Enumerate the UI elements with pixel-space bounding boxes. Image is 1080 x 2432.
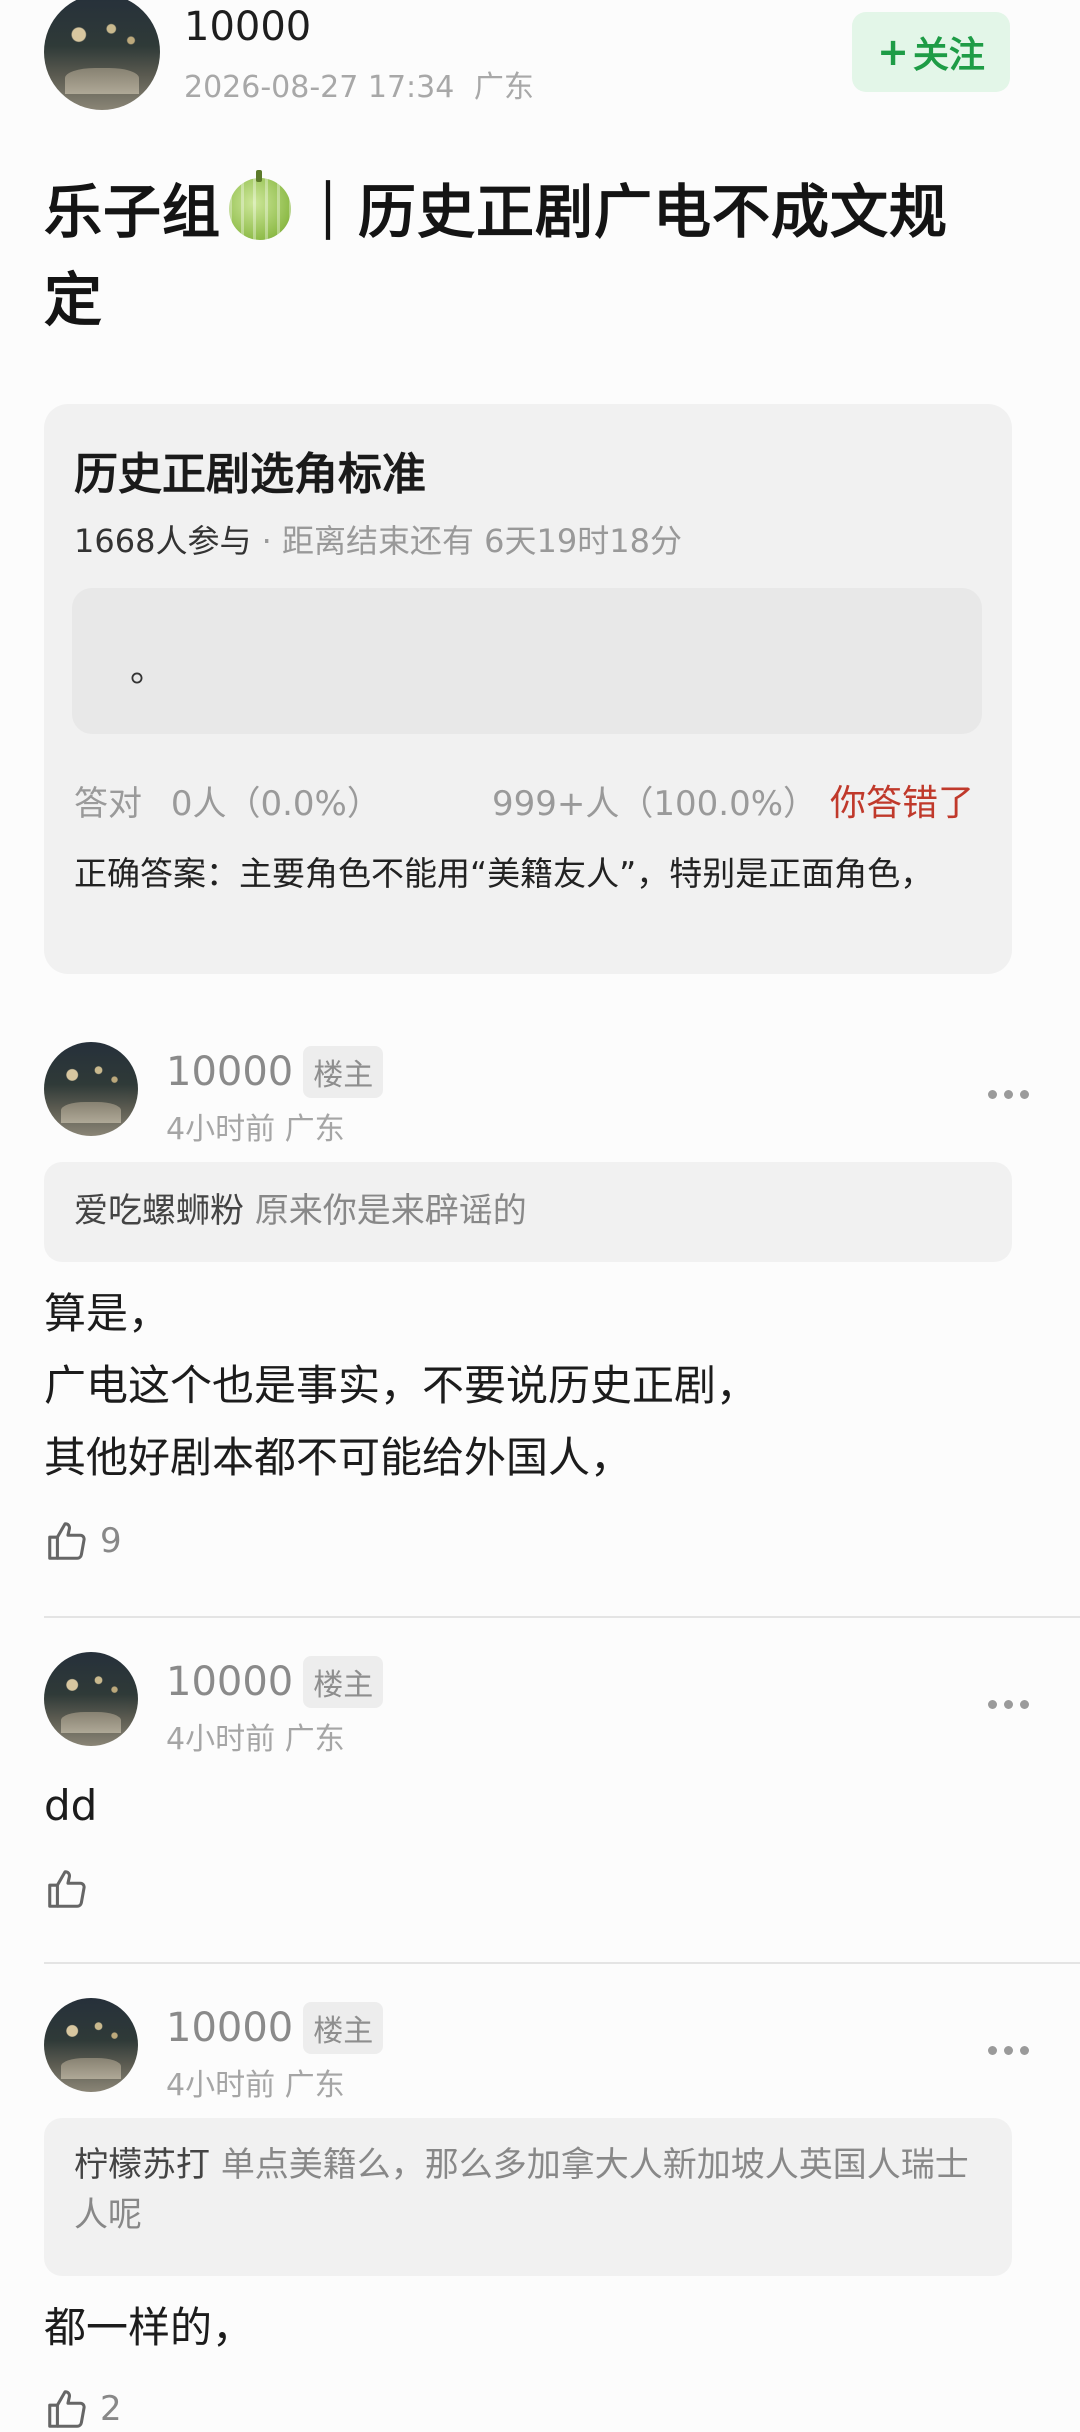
like-count: 2 <box>100 2389 122 2429</box>
comment-meta: 4小时前 广东 <box>166 1722 345 1757</box>
more-dots-icon[interactable] <box>988 1700 1029 1709</box>
like-button[interactable]: 9 <box>44 1518 122 1564</box>
thumbs-up-icon <box>48 2390 86 2428</box>
thumbs-up-icon <box>48 1870 86 1908</box>
comment-body: 都一样的， <box>44 2303 255 2352</box>
melon-emoji-icon <box>229 170 292 240</box>
comment-header: 10000 楼主 <box>166 2002 384 2054</box>
comment-meta: 4小时前 广东 <box>166 2068 345 2103</box>
comment-author-name[interactable]: 10000 <box>166 1659 293 1705</box>
comment-avatar[interactable] <box>44 1042 138 1136</box>
quoted-comment[interactable]: 爱吃螺蛳粉 原来你是来辟谣的 <box>44 1162 1012 1262</box>
quiz-other-stat: 999+人（100.0%） <box>492 784 818 824</box>
quiz-deadline: · 距离结束还有 6天19时18分 <box>261 522 682 560</box>
author-avatar[interactable] <box>44 0 160 110</box>
op-badge: 楼主 <box>303 1046 384 1098</box>
more-dots-icon[interactable] <box>988 2046 1029 2055</box>
comment-author-name[interactable]: 10000 <box>166 1049 293 1095</box>
follow-label: 关注 <box>912 35 985 76</box>
quoted-comment[interactable]: 柠檬苏打 单点美籍么，那么多加拿大人新加坡人英国人瑞士人呢 <box>44 2118 1012 2276</box>
author-name[interactable]: 10000 <box>184 4 311 50</box>
comment-meta: 4小时前 广东 <box>166 1112 345 1147</box>
post-title-group: 乐子组 <box>44 178 222 246</box>
quoted-user[interactable]: 爱吃螺蛳粉 <box>74 1191 244 1231</box>
like-button[interactable] <box>44 1866 100 1912</box>
thumbs-up-icon <box>48 1522 86 1560</box>
quiz-meta: 1668人参与 · 距离结束还有 6天19时18分 <box>74 516 682 562</box>
quoted-comment-content: 柠檬苏打 单点美籍么，那么多加拿大人新加坡人英国人瑞士人呢 <box>74 2140 974 2240</box>
comment-header: 10000 楼主 <box>166 1046 384 1098</box>
comment-avatar[interactable] <box>44 1998 138 2092</box>
quiz-option[interactable]: 。 <box>72 588 982 734</box>
comment-header: 10000 楼主 <box>166 1656 384 1708</box>
quiz-card[interactable]: 历史正剧选角标准 1668人参与 · 距离结束还有 6天19时18分 。 答对 … <box>44 404 1012 974</box>
comment-author-name[interactable]: 10000 <box>166 2005 293 2051</box>
like-button[interactable]: 2 <box>44 2386 122 2432</box>
plus-icon: + <box>877 30 909 74</box>
op-badge: 楼主 <box>303 2002 384 2054</box>
quiz-participants: 1668人参与 <box>74 522 252 560</box>
comment-divider <box>44 1616 1080 1618</box>
quiz-title: 历史正剧选角标准 <box>74 449 426 500</box>
post-timestamp: 2026-08-27 17:34 <box>184 70 455 105</box>
quoted-user[interactable]: 柠檬苏打 <box>74 2145 210 2185</box>
quiz-correct-count: 0人（0.0%） <box>170 784 381 824</box>
post-meta: 2026-08-27 17:34 广东 <box>184 62 534 106</box>
post-title: 乐子组 ｜历史正剧广电不成文规 定 <box>44 168 1044 344</box>
follow-button[interactable]: + 关注 <box>852 12 1010 92</box>
quoted-text: 原来你是来辟谣的 <box>254 1191 527 1231</box>
quiz-option-text: 。 <box>130 649 167 690</box>
more-dots-icon[interactable] <box>988 1090 1029 1099</box>
quiz-correct-label: 答对 <box>74 784 142 824</box>
post-title-end: 定 <box>44 266 104 334</box>
comment-body: dd <box>44 1781 98 1830</box>
like-count: 9 <box>100 1521 122 1561</box>
quiz-correct-stat: 答对 0人（0.0%） <box>74 776 381 825</box>
comment-avatar[interactable] <box>44 1652 138 1746</box>
post-title-main: ｜历史正剧广电不成文规 <box>299 178 949 246</box>
post-location: 广东 <box>473 70 534 105</box>
quiz-answer: 正确答案：主要角色不能用“美籍友人”，特别是正面角色， <box>74 854 934 893</box>
op-badge: 楼主 <box>303 1656 384 1708</box>
quoted-comment-content: 爱吃螺蛳粉 原来你是来辟谣的 <box>74 1186 527 1236</box>
quiz-result-badge: 你答错了 <box>830 783 975 824</box>
comment-body: 算是， 广电这个也是事实，不要说历史正剧， 其他好剧本都不可能给外国人， <box>44 1289 759 1482</box>
comment-divider <box>44 1962 1080 1964</box>
